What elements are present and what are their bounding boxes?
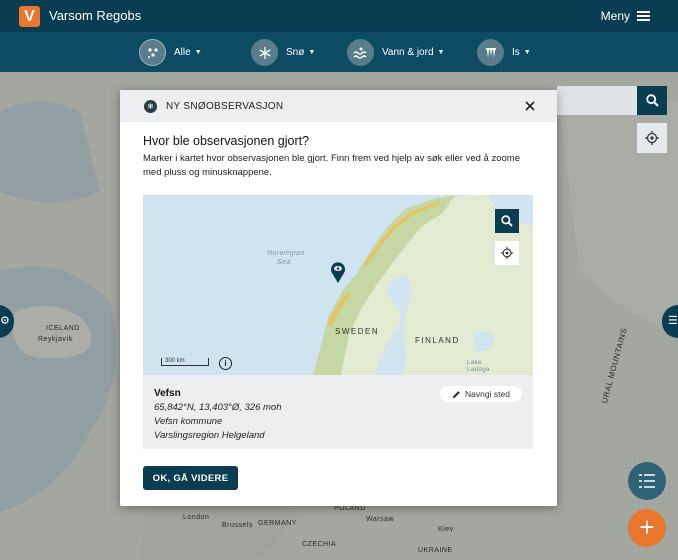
ice-icon [477,39,504,66]
close-button[interactable] [523,99,537,113]
map-search-button[interactable] [495,209,519,233]
map-label-norwegian-sea-2: Sea [277,259,291,266]
bg-locate-button[interactable] [637,123,667,153]
menu-button[interactable]: Meny [601,9,650,23]
map-locate-button[interactable] [495,241,519,265]
new-snow-observation-dialog: ❄ NY SNØOBSERVASJON Hvor ble observasjon… [120,90,557,506]
place-municipality: Vefsn kommune [154,416,223,427]
observation-list-button[interactable] [628,462,666,500]
menu-label: Meny [600,9,630,23]
app-title[interactable]: Varsom Regobs [49,8,141,23]
dialog-title: NY SNØOBSERVASJON [166,100,284,112]
hamburger-icon [637,11,650,21]
map-label-lake: Lake [467,360,483,366]
all-hazards-icon [139,39,166,66]
water-soil-icon [347,39,374,66]
filter-ice-label: Is [512,47,520,58]
selected-place-panel: Vefsn 65,842°N, 13,403°Ø, 326 moh Vefsn … [143,375,533,449]
filter-all-label: Alle [174,47,191,58]
chevron-down-icon: ▼ [437,49,445,56]
search-icon [645,94,659,107]
place-coordinates: 65,842°N, 13,403°Ø, 326 moh [154,402,282,413]
place-name: Vefsn [154,388,181,399]
ok-continue-button[interactable]: OK, GÅ VIDERE [143,466,238,490]
location-question: Hvor ble observasjonen gjort? [143,134,310,148]
close-icon [525,101,535,111]
filter-snow[interactable]: Snø ▼ [251,39,315,66]
gear-icon: ⚙ [0,315,10,327]
map-label-norwegian-sea: Norwegian [267,250,305,257]
dialog-header: ❄ NY SNØOBSERVASJON [120,90,557,122]
snowflake-icon: ❄ [144,99,157,113]
app-header: V Varsom Regobs Meny [0,0,678,32]
map-label-ladoga: Ladoga [467,367,491,373]
plus-icon: + [639,512,655,542]
info-icon[interactable]: i [219,357,232,370]
chevron-down-icon: ▼ [308,49,316,56]
location-picker-map[interactable]: Norwegian Sea SWEDEN FINLAND Lake Ladoga… [143,195,533,375]
location-marker-icon[interactable] [330,261,346,288]
list-icon: ☰ [668,315,678,327]
pencil-icon [452,390,460,398]
map-scale-bar: 300 km [161,358,209,366]
filter-snow-label: Snø [286,47,305,58]
search-icon [501,215,513,227]
map-label-finland: FINLAND [415,336,460,345]
bg-search-field[interactable] [557,86,637,115]
locate-icon [501,247,513,259]
bg-search-button[interactable] [637,86,667,115]
map-label-sweden: SWEDEN [335,327,380,336]
filter-all[interactable]: Alle ▼ [139,39,202,66]
name-place-button[interactable]: Navngi sted [440,386,522,402]
filter-ice[interactable]: Is ▼ [477,39,531,66]
add-observation-button[interactable]: + [628,509,666,547]
filter-water-soil-label: Vann & jord [382,47,434,58]
filter-water-soil[interactable]: Vann & jord ▼ [347,39,444,66]
name-place-label: Navngi sted [465,389,510,399]
location-instructions: Marker i kartet hvor observasjonen ble g… [143,153,520,178]
filter-bar: Alle ▼ Snø ▼ Vann & jord ▼ Is ▼ [0,32,678,72]
locate-icon [645,131,659,145]
snowflake-icon [251,39,278,66]
chevron-down-icon: ▼ [194,49,202,56]
place-region: Varslingsregion Helgeland [154,430,265,441]
list-icon [639,474,655,488]
app-logo[interactable]: V [19,6,40,27]
chevron-down-icon: ▼ [523,49,531,56]
